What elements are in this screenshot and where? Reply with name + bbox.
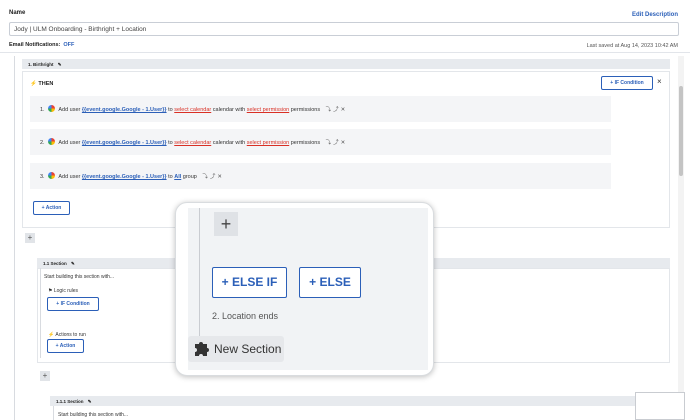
action-text: to <box>168 174 173 180</box>
email-notifications: Email Notifications: OFF <box>9 42 74 48</box>
user-variable-link[interactable]: {{event.google.Google - 1.User}} <box>82 140 167 146</box>
user-variable-link[interactable]: {{event.google.Google - 1.User}} <box>82 107 167 113</box>
zoom-tree-line <box>199 208 200 338</box>
section-tree-line <box>40 268 41 358</box>
action-row-2[interactable]: 2. Add user {{event.google.Google - 1.Us… <box>30 129 611 155</box>
if-condition-button[interactable]: + IF Condition <box>601 76 653 90</box>
select-calendar-link[interactable]: select calendar <box>174 107 211 113</box>
add-action-button[interactable]: + Action <box>33 201 70 215</box>
last-saved-text: Last saved at Aug 14, 2023 10:42 AM <box>586 43 678 49</box>
google-icon <box>48 138 56 145</box>
close-icon[interactable]: × <box>657 77 662 86</box>
add-step-plus-icon[interactable]: + <box>40 371 50 381</box>
new-section-label: New Section <box>214 342 282 356</box>
section-1-1-1-header: 1.1.1 Section ✎ <box>50 396 670 406</box>
section-title: 1.1 Section <box>43 261 67 266</box>
flag-icon: ⚑ <box>48 288 53 294</box>
section-title: 1.1.1 Section <box>56 399 84 404</box>
action-text: calendar with <box>212 107 246 113</box>
group-all-link[interactable]: All <box>174 174 181 180</box>
else-if-button[interactable]: + ELSE IF <box>212 267 287 298</box>
action-text: Add user <box>58 107 81 113</box>
then-text: THEN <box>38 81 54 87</box>
birthright-section-title: 1. Birthright <box>28 62 54 67</box>
action-number: 3. <box>40 174 45 180</box>
row-action-icons[interactable]: ⤵⤴✕ <box>326 107 348 113</box>
action-text: Add user <box>58 174 81 180</box>
if-condition-button[interactable]: + IF Condition <box>47 297 99 311</box>
workflow-name-input[interactable] <box>9 22 679 36</box>
actions-to-run-text: Actions to run <box>55 332 86 338</box>
logic-rules-text: Logic rules <box>53 288 79 294</box>
action-row-3[interactable]: 3. Add user {{event.google.Google - 1.Us… <box>30 163 611 189</box>
then-label: ⚡ THEN <box>30 81 53 87</box>
select-permission-link[interactable]: select permission <box>247 140 290 146</box>
action-text: Add user <box>58 140 81 146</box>
tree-line <box>14 56 15 420</box>
lightning-icon: ⚡ <box>48 332 55 338</box>
action-number: 1. <box>40 107 45 113</box>
action-text: group <box>182 174 197 180</box>
action-text: to <box>168 140 173 146</box>
action-text: calendar with <box>212 140 246 146</box>
action-row-1[interactable]: 1. Add user {{event.google.Google - 1.Us… <box>30 96 611 122</box>
minimap-thumbnail[interactable] <box>635 392 685 420</box>
logic-rules-label: ⚑ Logic rules <box>48 288 78 294</box>
start-building-text: Start building this section with... <box>44 274 115 280</box>
start-building-text: Start building this section with... <box>58 412 129 418</box>
birthright-section-header: 1. Birthright ✎ <box>22 59 670 69</box>
row-action-icons[interactable]: ⤵⤴✕ <box>202 174 224 180</box>
header-divider <box>0 52 690 53</box>
edit-description-link[interactable]: Edit Description <box>632 12 678 18</box>
email-notifications-toggle[interactable]: OFF <box>63 42 74 48</box>
action-text: permissions <box>290 107 321 113</box>
add-step-plus-icon[interactable]: + <box>25 233 35 243</box>
location-ends-text: 2. Location ends <box>212 311 279 321</box>
select-permission-link[interactable]: select permission <box>247 107 290 113</box>
else-button[interactable]: + ELSE <box>299 267 361 298</box>
section-tree-line <box>53 406 54 420</box>
edit-pencil-icon[interactable]: ✎ <box>71 261 75 266</box>
user-variable-link[interactable]: {{event.google.Google - 1.User}} <box>82 174 167 180</box>
lightning-icon: ⚡ <box>30 81 37 87</box>
email-notifications-label: Email Notifications: <box>9 42 61 48</box>
action-number: 2. <box>40 140 45 146</box>
action-text: permissions <box>290 140 321 146</box>
scrollbar-thumb[interactable] <box>679 86 683 176</box>
name-label: Name <box>9 10 26 16</box>
action-text: to <box>168 107 173 113</box>
row-action-icons[interactable]: ⤵⤴✕ <box>326 140 348 146</box>
add-action-button[interactable]: + Action <box>47 339 84 353</box>
edit-pencil-icon[interactable]: ✎ <box>58 62 62 67</box>
google-icon <box>48 105 56 112</box>
puzzle-icon <box>195 342 209 356</box>
select-calendar-link[interactable]: select calendar <box>174 140 211 146</box>
edit-pencil-icon[interactable]: ✎ <box>88 399 92 404</box>
google-icon <box>48 172 56 179</box>
zoom-plus-icon[interactable]: + <box>214 212 238 236</box>
actions-to-run-label: ⚡ Actions to run <box>48 332 86 338</box>
